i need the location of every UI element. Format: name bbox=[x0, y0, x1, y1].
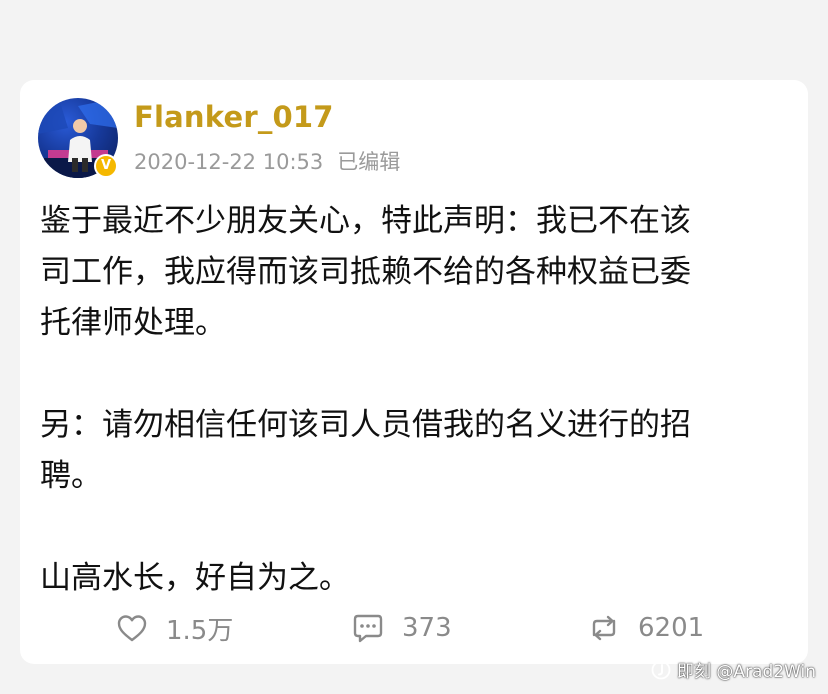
like-button[interactable]: 1.5万 bbox=[116, 610, 233, 646]
post-line: 聘。 bbox=[40, 458, 102, 494]
edited-label: 已编辑 bbox=[337, 150, 401, 174]
comment-button[interactable]: 373 bbox=[352, 610, 452, 646]
post-paragraph-2: 另：请勿相信任何该司人员借我的名义进行的招 聘。 bbox=[40, 400, 770, 502]
post-meta: 2020-12-22 10:53 已编辑 bbox=[134, 146, 400, 176]
post-line: 鉴于最近不少朋友关心，特此声明：我已不在该 bbox=[40, 203, 691, 239]
watermark-text: 即刻 @Arad2Win bbox=[677, 662, 816, 682]
like-count: 1.5万 bbox=[166, 615, 234, 646]
post-paragraph-1: 鉴于最近不少朋友关心，特此声明：我已不在该 司工作，我应得而该司抵赖不给的各种权… bbox=[40, 196, 770, 349]
post-line: 另：请勿相信任何该司人员借我的名义进行的招 bbox=[40, 407, 691, 443]
repost-button[interactable]: 6201 bbox=[588, 610, 704, 646]
post-paragraph-3: 山高水长，好自为之。 bbox=[40, 553, 770, 604]
watermark: 即刻 @Arad2Win bbox=[651, 657, 816, 682]
post-body: 鉴于最近不少朋友关心，特此声明：我已不在该 司工作，我应得而该司抵赖不给的各种权… bbox=[40, 196, 770, 604]
comment-count: 373 bbox=[402, 613, 452, 643]
jike-logo-icon bbox=[651, 660, 671, 679]
action-bar: 1.5万 373 6201 bbox=[20, 600, 808, 656]
post-line: 司工作，我应得而该司抵赖不给的各种权益已委 bbox=[40, 254, 691, 290]
username[interactable]: Flanker_017 bbox=[134, 100, 334, 134]
post-line: 托律师处理。 bbox=[40, 305, 226, 341]
avatar[interactable]: V bbox=[38, 98, 118, 178]
repost-count: 6201 bbox=[638, 613, 705, 643]
heart-outline-icon bbox=[117, 615, 147, 642]
post-card: V Flanker_017 2020-12-22 10:53 已编辑 鉴于最近不少… bbox=[20, 80, 808, 664]
post-datetime: 2020-12-22 10:53 bbox=[134, 150, 324, 174]
post-line: 山高水长，好自为之。 bbox=[40, 560, 350, 596]
repost-arrows-icon bbox=[592, 615, 616, 641]
speech-bubble-icon bbox=[353, 614, 383, 643]
verified-badge-icon: V bbox=[94, 154, 118, 178]
